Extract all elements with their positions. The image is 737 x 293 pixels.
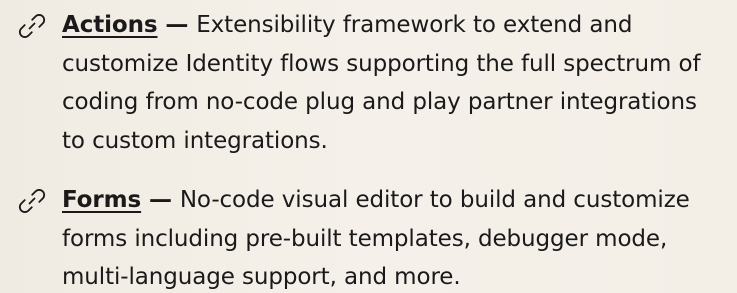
separator: — <box>157 12 197 38</box>
feature-text: Forms — No-code visual editor to build a… <box>62 181 721 293</box>
link-icon <box>16 10 48 42</box>
actions-link[interactable]: Actions <box>62 12 158 38</box>
feature-text: Actions — Extensibility framework to ext… <box>62 6 721 160</box>
forms-link[interactable]: Forms <box>62 187 141 213</box>
feature-item-forms: Forms — No-code visual editor to build a… <box>16 181 721 293</box>
feature-list: Actions — Extensibility framework to ext… <box>0 0 737 293</box>
link-icon <box>16 185 48 217</box>
separator: — <box>141 187 180 213</box>
feature-item-actions: Actions — Extensibility framework to ext… <box>16 6 721 160</box>
